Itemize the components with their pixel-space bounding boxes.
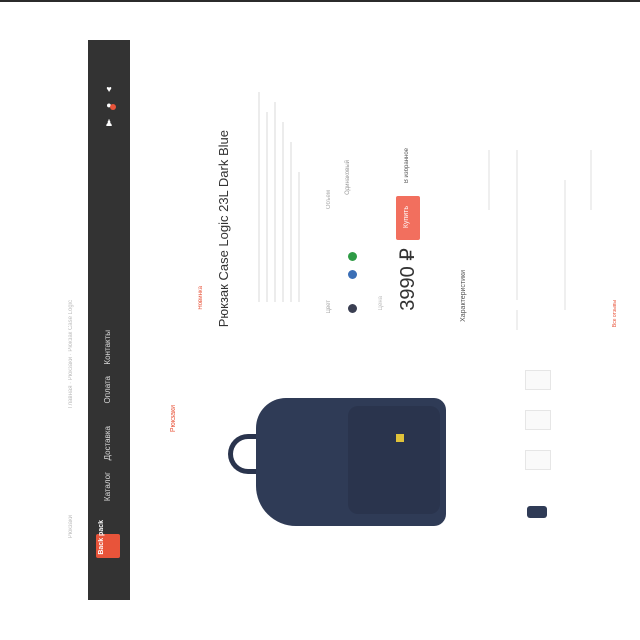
product-title: Рюкзак Case Logic 23L Dark Blue — [216, 130, 231, 328]
size-option[interactable]: Одинаковый — [345, 160, 351, 195]
thumbnail-active[interactable] — [527, 506, 547, 518]
buy-button[interactable]: Купить — [396, 196, 420, 240]
heart-icon[interactable]: ♥ — [104, 84, 114, 94]
breadcrumb-left[interactable]: Рюкзаки — [68, 515, 74, 538]
spec-line — [488, 150, 490, 210]
category-link[interactable]: Рюкзаки — [170, 405, 177, 432]
color-swatch-dark[interactable] — [348, 304, 357, 313]
desc-line — [298, 172, 300, 302]
spec-line — [564, 180, 566, 310]
bag-logo-tag — [396, 434, 404, 442]
specs-title: Характеристики — [460, 270, 467, 322]
nav-item-payment[interactable]: Оплата — [103, 376, 112, 404]
buy-button-label: Купить — [403, 206, 410, 229]
top-border — [0, 0, 640, 2]
thumbnail[interactable] — [525, 450, 551, 470]
cart-badge — [110, 104, 116, 110]
product-image — [226, 398, 450, 528]
color-label: Цвет — [326, 300, 332, 314]
desc-line — [258, 92, 260, 302]
spec-line — [516, 150, 518, 300]
bag-pocket — [348, 406, 440, 514]
spec-line — [516, 310, 518, 330]
user-icon[interactable]: ♟ — [104, 118, 114, 128]
nav-item-contacts[interactable]: Контакты — [103, 330, 112, 365]
main-nav: Каталог Доставка Оплата Контакты — [103, 330, 117, 510]
breadcrumb[interactable]: Главная · Рюкзаки · Рюкзак Case Logic — [68, 300, 74, 408]
price-label: Цена — [378, 296, 384, 311]
desc-line — [266, 112, 268, 302]
thumbnail[interactable] — [525, 410, 551, 430]
size-label: Объём — [326, 190, 332, 210]
logo-text: Back pack — [98, 520, 105, 555]
favorite-link[interactable]: В избранное — [404, 148, 410, 183]
logo[interactable]: Back pack — [96, 520, 122, 558]
reviews-link[interactable]: Все отзывы — [612, 300, 618, 327]
thumbnail[interactable] — [525, 370, 551, 390]
price: 3990 ₽ — [397, 248, 419, 311]
desc-line — [274, 102, 276, 302]
header-icons: ♥ ● ♟ — [104, 84, 118, 134]
desc-line — [290, 142, 292, 302]
product-description — [258, 82, 318, 302]
nav-item-catalog[interactable]: Каталог — [103, 472, 112, 501]
nav-item-delivery[interactable]: Доставка — [103, 426, 112, 460]
new-tag: Новинка — [198, 286, 204, 310]
color-swatch-blue[interactable] — [348, 270, 357, 279]
thumbnail-strip — [525, 370, 555, 520]
desc-line — [282, 122, 284, 302]
spec-line — [590, 150, 592, 210]
color-swatch-green[interactable] — [348, 252, 357, 261]
